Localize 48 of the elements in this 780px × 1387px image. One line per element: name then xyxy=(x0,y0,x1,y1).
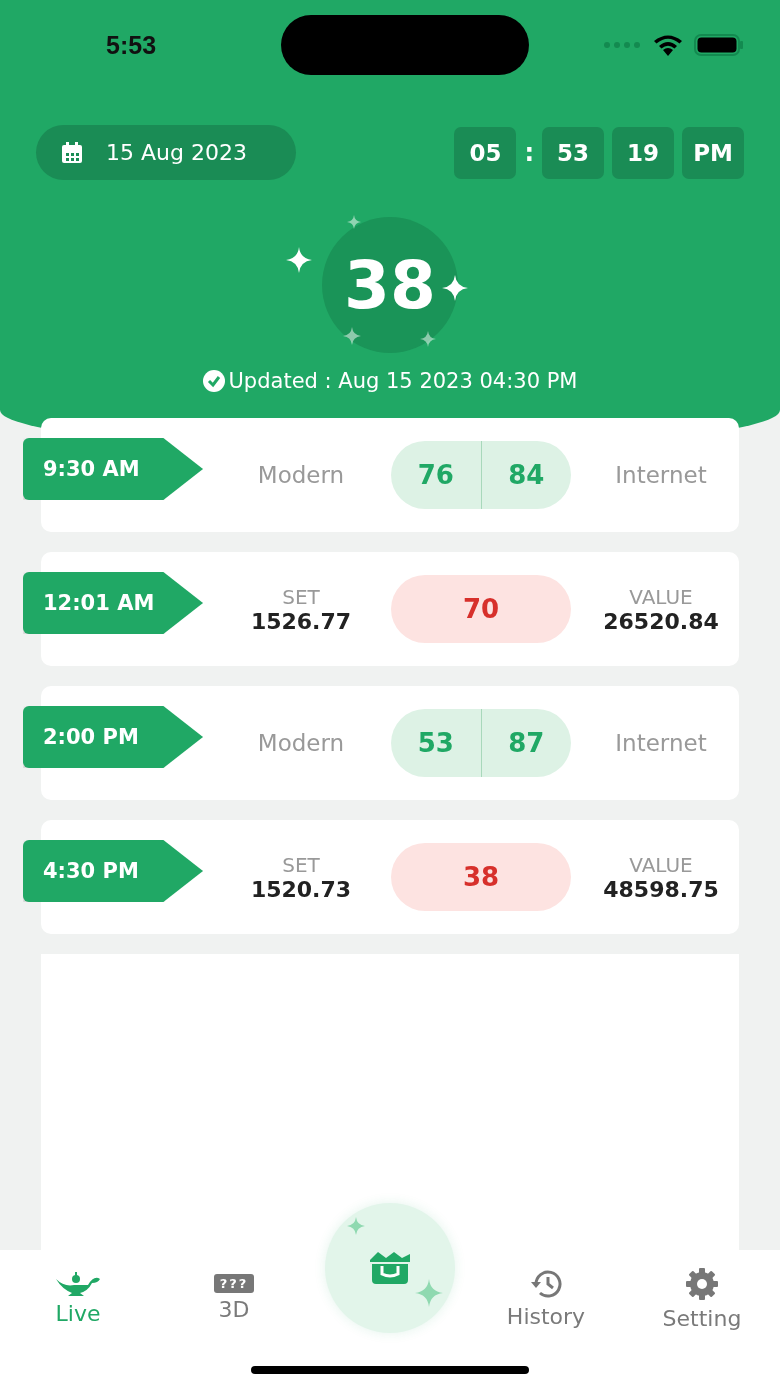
period-display: PM xyxy=(682,126,744,179)
sparkle-icon xyxy=(420,331,436,347)
time-tag: 12:01 AM xyxy=(23,572,203,634)
result-label: Modern xyxy=(257,730,345,756)
hour-display: 05 xyxy=(454,126,517,179)
result-value: 26520.84 xyxy=(603,608,719,634)
number-pill: 53 87 xyxy=(391,709,571,777)
result-circle: 38 xyxy=(322,217,458,353)
status-time: 5:53 xyxy=(106,30,157,60)
result-label: Internet xyxy=(615,730,707,756)
result-value: 1520.73 xyxy=(250,876,352,902)
sparkle-icon xyxy=(343,327,361,345)
number-pill: 38 xyxy=(391,843,571,911)
result-value: 1526.77 xyxy=(250,608,352,634)
lamp-icon xyxy=(54,1270,102,1297)
nav-tab[interactable]: Live xyxy=(0,1270,156,1326)
result-label: VALUE xyxy=(629,852,693,877)
result-value: 48598.75 xyxy=(603,876,719,902)
sparkle-icon xyxy=(286,247,312,273)
nav-tab[interactable]: ??? 3D xyxy=(156,1274,312,1322)
result-label: SET xyxy=(282,852,320,877)
calendar-icon xyxy=(60,140,84,165)
updated-text: Updated : Aug 15 2023 04:30 PM xyxy=(228,369,578,393)
number-pill: 70 xyxy=(391,575,571,643)
settings-icon xyxy=(684,1265,720,1302)
dice-icon: ??? xyxy=(213,1274,255,1293)
number-pill: 76 84 xyxy=(391,441,571,509)
sparkle-icon xyxy=(347,215,361,229)
battery-icon xyxy=(694,34,744,56)
time-tag: 9:30 AM xyxy=(23,438,203,500)
check-icon xyxy=(202,370,225,392)
signal-icon xyxy=(604,42,642,48)
result-label: Modern xyxy=(257,462,345,488)
result-label: SET xyxy=(282,584,320,609)
time-tag: 2:00 PM xyxy=(23,706,203,768)
sparkle-icon xyxy=(415,1279,443,1307)
result-label: Internet xyxy=(615,462,707,488)
result-label: VALUE xyxy=(629,584,693,609)
second-display: 19 xyxy=(612,126,674,179)
time-separator: : xyxy=(524,138,534,167)
time-tag: 4:30 PM xyxy=(23,840,203,902)
minute-display: 53 xyxy=(542,126,604,179)
nav-tab[interactable]: Setting xyxy=(624,1265,780,1331)
wifi-icon xyxy=(652,34,684,56)
sparkle-icon xyxy=(347,1217,365,1235)
sparkle-icon xyxy=(442,275,468,301)
nav-tab[interactable]: History xyxy=(468,1267,624,1329)
date-picker[interactable]: 15 Aug 2023 xyxy=(36,125,296,180)
